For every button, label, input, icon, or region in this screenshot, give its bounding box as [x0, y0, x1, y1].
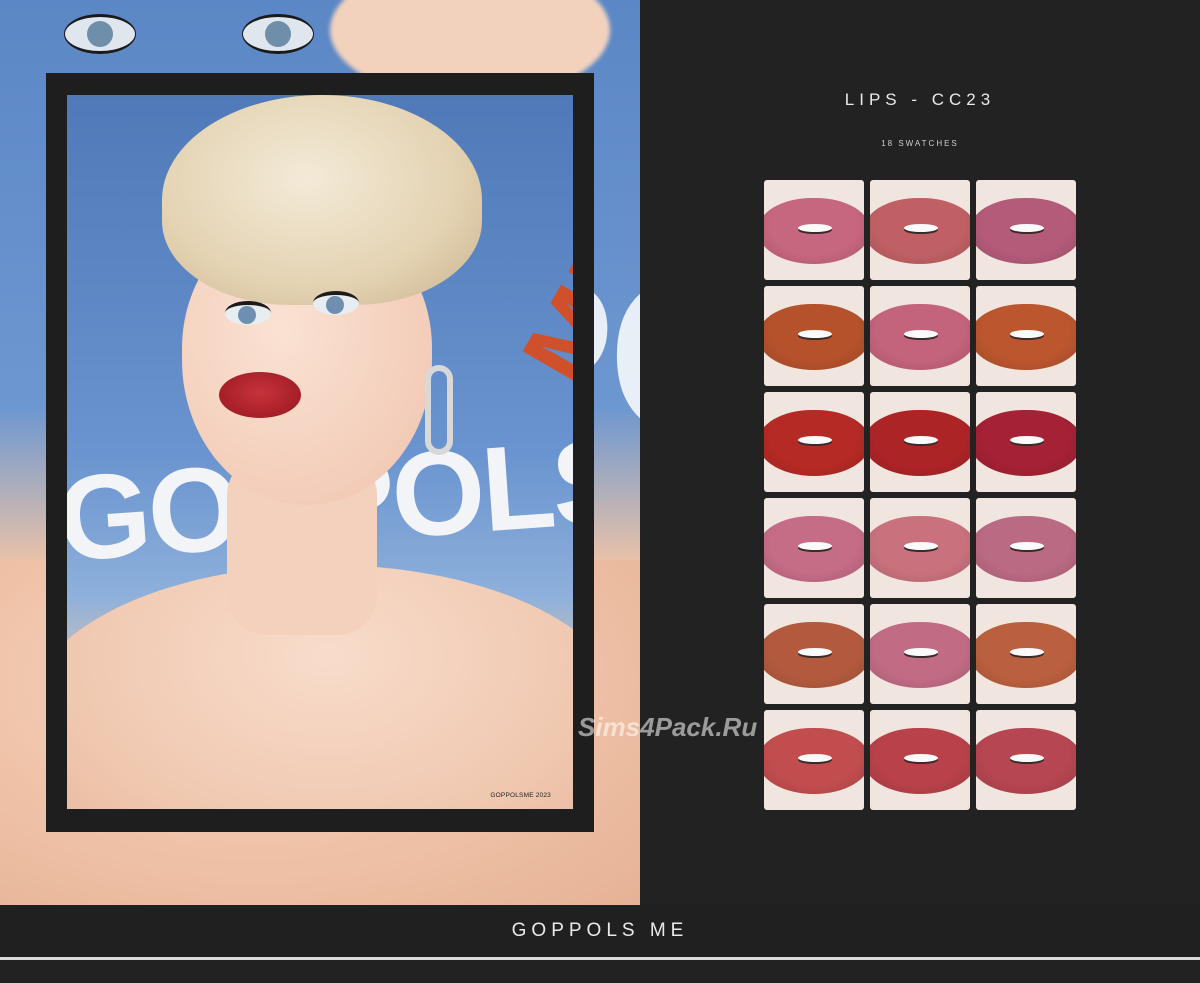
- swatch-1[interactable]: [764, 180, 864, 280]
- swatch-teeth: [904, 648, 938, 656]
- product-title: LIPS - CC23: [844, 90, 996, 109]
- earring-image: [425, 365, 453, 455]
- swatch-teeth: [798, 436, 832, 444]
- portrait-eye-right: [313, 291, 359, 315]
- swatch-teeth: [904, 224, 938, 232]
- backdrop-eye-left: [64, 14, 136, 54]
- swatch-teeth: [798, 330, 832, 338]
- swatch-teeth: [1010, 542, 1044, 550]
- watermark: Sims4Pack.Ru: [578, 712, 758, 742]
- footer-rule: [0, 957, 1200, 960]
- swatch-teeth: [904, 436, 938, 444]
- swatch-10[interactable]: [764, 498, 864, 598]
- swatch-teeth: [798, 542, 832, 550]
- swatch-13[interactable]: [764, 604, 864, 704]
- swatch-17[interactable]: [870, 710, 970, 810]
- swatch-teeth: [798, 648, 832, 656]
- photo-logo-accent: ME: [498, 203, 573, 408]
- portrait-photo: GOPPOLSME ME GOPPOLSME 2023: [67, 95, 573, 809]
- swatch-teeth: [904, 542, 938, 550]
- swatch-teeth: [798, 754, 832, 762]
- portrait-eye-left: [225, 301, 271, 325]
- swatch-grid: [764, 180, 1076, 810]
- backdrop-eye-right: [242, 14, 314, 54]
- swatch-15[interactable]: [976, 604, 1076, 704]
- swatch-teeth: [798, 224, 832, 232]
- swatch-2[interactable]: [870, 180, 970, 280]
- swatch-6[interactable]: [976, 286, 1076, 386]
- swatch-7[interactable]: [764, 392, 864, 492]
- swatch-12[interactable]: [976, 498, 1076, 598]
- swatch-teeth: [904, 330, 938, 338]
- stage: GOPPOLSME GOPPOLSME ME GOPPOLSME 2023 LI…: [0, 0, 1200, 983]
- swatch-11[interactable]: [870, 498, 970, 598]
- photo-caption: GOPPOLSME 2023: [490, 792, 551, 799]
- swatch-16[interactable]: [764, 710, 864, 810]
- swatch-teeth: [1010, 330, 1044, 338]
- swatch-teeth: [1010, 754, 1044, 762]
- swatch-teeth: [1010, 224, 1044, 232]
- swatch-count: 18 SWATCHES: [881, 139, 959, 148]
- swatch-18[interactable]: [976, 710, 1076, 810]
- portrait-lips: [219, 372, 301, 418]
- swatch-8[interactable]: [870, 392, 970, 492]
- portrait-frame: GOPPOLSME ME GOPPOLSME 2023: [46, 73, 594, 832]
- swatch-4[interactable]: [764, 286, 864, 386]
- swatch-9[interactable]: [976, 392, 1076, 492]
- portrait-hair: [162, 95, 482, 305]
- swatch-teeth: [1010, 648, 1044, 656]
- swatch-5[interactable]: [870, 286, 970, 386]
- swatch-14[interactable]: [870, 604, 970, 704]
- swatch-teeth: [904, 754, 938, 762]
- swatch-teeth: [1010, 436, 1044, 444]
- swatch-3[interactable]: [976, 180, 1076, 280]
- footer-brand: GOPPOLS ME: [511, 920, 689, 941]
